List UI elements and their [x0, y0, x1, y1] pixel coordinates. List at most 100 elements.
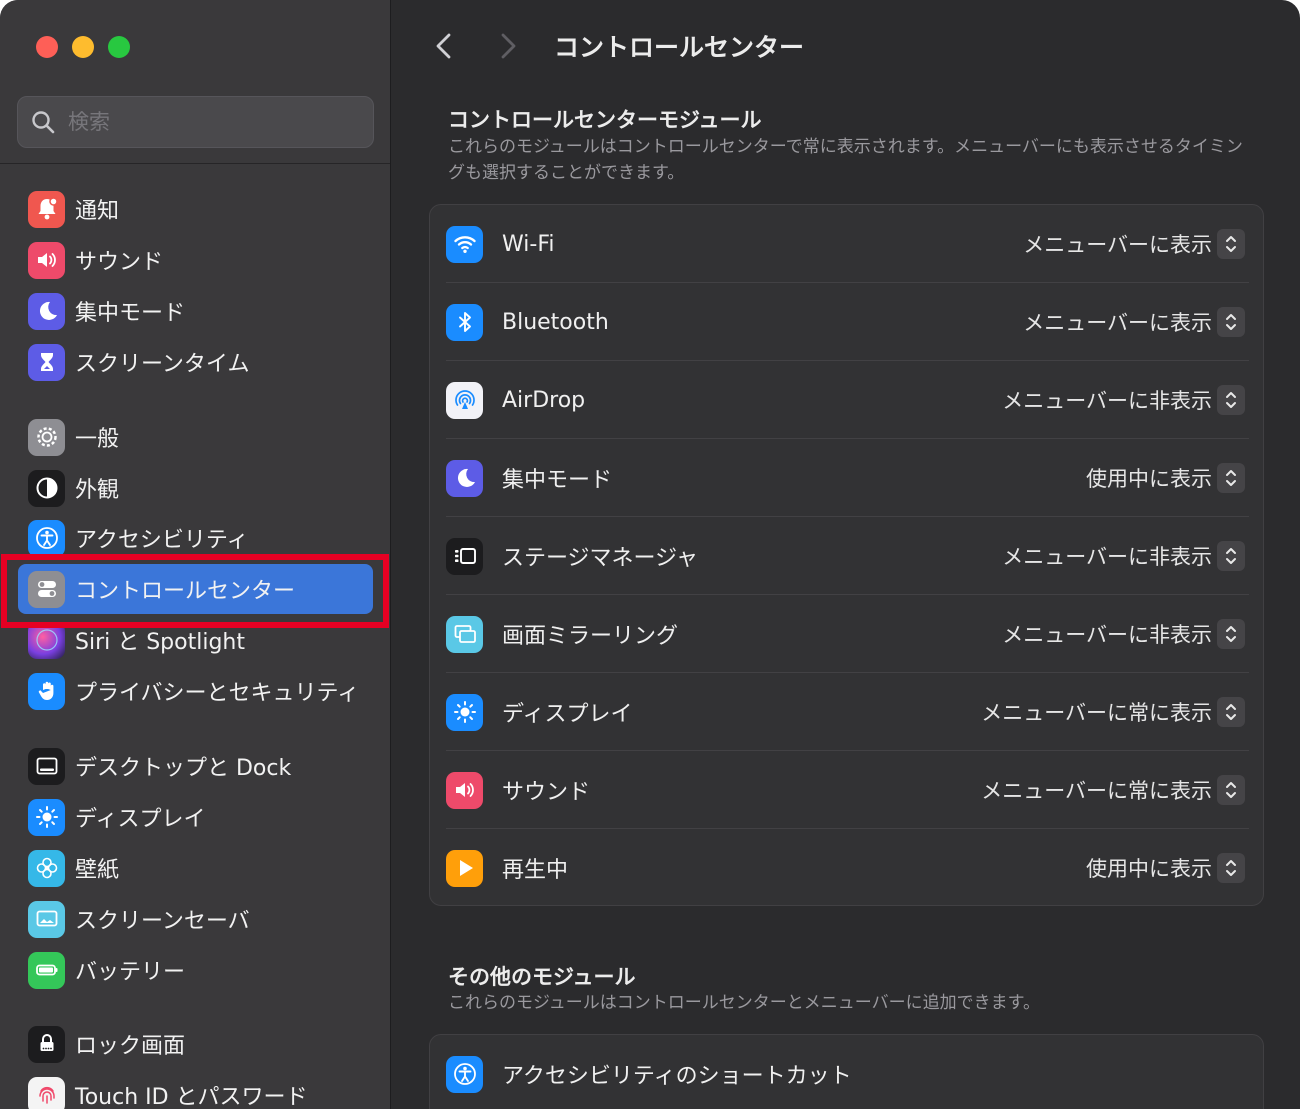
popup-button[interactable]: [1217, 853, 1245, 883]
module-label: Bluetooth: [502, 309, 609, 335]
search-input[interactable]: [68, 110, 348, 134]
other-module-list: アクセシビリティのショートカット: [429, 1034, 1264, 1109]
visibility-select[interactable]: 使用中に表示: [1086, 463, 1212, 493]
sidebar-item-privacy-security[interactable]: プライバシーとセキュリティ: [18, 666, 373, 716]
sidebar-item-label: 一般: [75, 427, 120, 452]
sidebar-item-displays[interactable]: ディスプレイ: [18, 792, 373, 842]
hourglass-icon: [28, 343, 65, 381]
up-down-chevron-icon: [1226, 782, 1236, 798]
lock-icon: [28, 1025, 65, 1063]
up-down-chevron-icon: [1226, 626, 1236, 642]
section-description: これらのモジュールはコントロールセンターとメニューバーに追加できます。: [448, 993, 1040, 1013]
visibility-select[interactable]: メニューバーに表示: [1023, 307, 1212, 337]
sidebar-item-label: 通知: [75, 199, 120, 224]
sidebar-item-siri-spotlight[interactable]: Siri と Spotlight: [18, 615, 373, 665]
section-description: これらのモジュールはコントロールセンターで常に表示されます。メニューバーにも表示…: [448, 137, 1243, 183]
accessibility-icon: [446, 1055, 483, 1093]
switches-icon: [28, 570, 65, 608]
section-title: コントロールセンターモジュール: [448, 108, 762, 132]
search-field[interactable]: [17, 96, 374, 148]
module-row-wifi: Wi-Fi メニューバーに表示: [430, 205, 1265, 283]
up-down-chevron-icon: [1226, 704, 1236, 720]
visibility-select[interactable]: メニューバーに表示: [1023, 229, 1212, 259]
search-icon: [32, 111, 55, 134]
module-row-stage-manager: ステージマネージャ メニューバーに非表示: [430, 517, 1265, 595]
sidebar-item-general[interactable]: 一般: [18, 412, 373, 462]
flower-icon: [28, 849, 65, 887]
section-title: その他のモジュール: [448, 965, 636, 989]
sidebar-item-battery[interactable]: バッテリー: [18, 945, 373, 995]
popup-button[interactable]: [1217, 775, 1245, 805]
module-label: ディスプレイ: [502, 702, 633, 727]
module-row-screen-mirroring: 画面ミラーリング メニューバーに非表示: [430, 595, 1265, 673]
hand-icon: [28, 672, 65, 710]
sidebar-item-screen-time[interactable]: スクリーンタイム: [18, 337, 373, 387]
sidebar-item-lock-screen[interactable]: ロック画面: [18, 1019, 373, 1069]
fingerprint-icon: [28, 1076, 65, 1109]
sidebar-item-focus[interactable]: 集中モード: [18, 286, 373, 336]
sidebar-item-appearance[interactable]: 外観: [18, 463, 373, 513]
visibility-select[interactable]: メニューバーに常に表示: [981, 697, 1212, 727]
module-label: AirDrop: [502, 387, 586, 413]
window-controls: [36, 36, 130, 58]
sidebar-item-label: ディスプレイ: [75, 807, 206, 832]
sidebar-item-screensaver[interactable]: スクリーンセーバ: [18, 894, 373, 944]
speaker-icon: [446, 771, 483, 809]
visibility-select[interactable]: メニューバーに非表示: [1002, 385, 1212, 415]
dock-icon: [28, 747, 65, 785]
sidebar-item-desktop-dock[interactable]: デスクトップと Dock: [18, 741, 373, 791]
module-list: Wi-Fi メニューバーに表示 Bluetooth メニューバーに表示 AirD…: [429, 204, 1264, 906]
up-down-chevron-icon: [1226, 470, 1236, 486]
sidebar-item-label: バッテリー: [75, 960, 186, 985]
sidebar-item-sound[interactable]: サウンド: [18, 235, 373, 285]
back-button[interactable]: [432, 30, 456, 62]
popup-button[interactable]: [1217, 619, 1245, 649]
popup-button[interactable]: [1217, 307, 1245, 337]
up-down-chevron-icon: [1226, 548, 1236, 564]
module-label: Wi-Fi: [502, 231, 555, 257]
visibility-select[interactable]: メニューバーに常に表示: [981, 775, 1212, 805]
sidebar-item-accessibility[interactable]: アクセシビリティ: [18, 513, 373, 563]
appearance-icon: [28, 469, 65, 507]
close-window-button[interactable]: [36, 36, 58, 58]
sidebar-divider: [0, 163, 390, 164]
visibility-select[interactable]: メニューバーに非表示: [1002, 541, 1212, 571]
popup-button[interactable]: [1217, 541, 1245, 571]
accessibility-icon: [28, 519, 65, 557]
sidebar-item-notifications[interactable]: 通知: [18, 184, 373, 234]
module-label: アクセシビリティのショートカット: [502, 1064, 852, 1089]
module-row-now-playing: 再生中 使用中に表示: [430, 829, 1265, 907]
speaker-icon: [28, 241, 65, 279]
sidebar-item-label: デスクトップと Dock: [75, 756, 292, 781]
sidebar-item-label: Touch ID とパスワード: [75, 1085, 308, 1109]
up-down-chevron-icon: [1226, 392, 1236, 408]
sidebar-item-touch-id[interactable]: Touch ID とパスワード: [18, 1070, 373, 1109]
sidebar-item-control-center[interactable]: コントロールセンター: [18, 564, 373, 614]
zoom-window-button[interactable]: [108, 36, 130, 58]
module-label: 再生中: [502, 858, 569, 883]
wifi-icon: [446, 225, 483, 263]
sidebar-item-label: コントロールセンター: [75, 579, 296, 604]
moon-icon: [446, 459, 483, 497]
sidebar-item-label: プライバシーとセキュリティ: [75, 681, 360, 706]
popup-button[interactable]: [1217, 697, 1245, 727]
sidebar-item-wallpaper[interactable]: 壁紙: [18, 843, 373, 893]
sidebar-item-label: ロック画面: [75, 1034, 186, 1059]
module-row-sound: サウンド メニューバーに常に表示: [430, 751, 1265, 829]
sun-icon: [28, 798, 65, 836]
sidebar-item-label: スクリーンセーバ: [75, 909, 250, 934]
screensaver-icon: [28, 900, 65, 938]
forward-button[interactable]: [496, 30, 520, 62]
sidebar-item-label: 壁紙: [75, 858, 120, 883]
popup-button[interactable]: [1217, 229, 1245, 259]
visibility-select[interactable]: 使用中に表示: [1086, 853, 1212, 883]
popup-button[interactable]: [1217, 463, 1245, 493]
module-row-focus: 集中モード 使用中に表示: [430, 439, 1265, 517]
popup-button[interactable]: [1217, 385, 1245, 415]
up-down-chevron-icon: [1226, 314, 1236, 330]
module-label: 集中モード: [502, 468, 613, 493]
minimize-window-button[interactable]: [72, 36, 94, 58]
module-row-airdrop: AirDrop メニューバーに非表示: [430, 361, 1265, 439]
sidebar-item-label: アクセシビリティ: [75, 528, 249, 553]
visibility-select[interactable]: メニューバーに非表示: [1002, 619, 1212, 649]
